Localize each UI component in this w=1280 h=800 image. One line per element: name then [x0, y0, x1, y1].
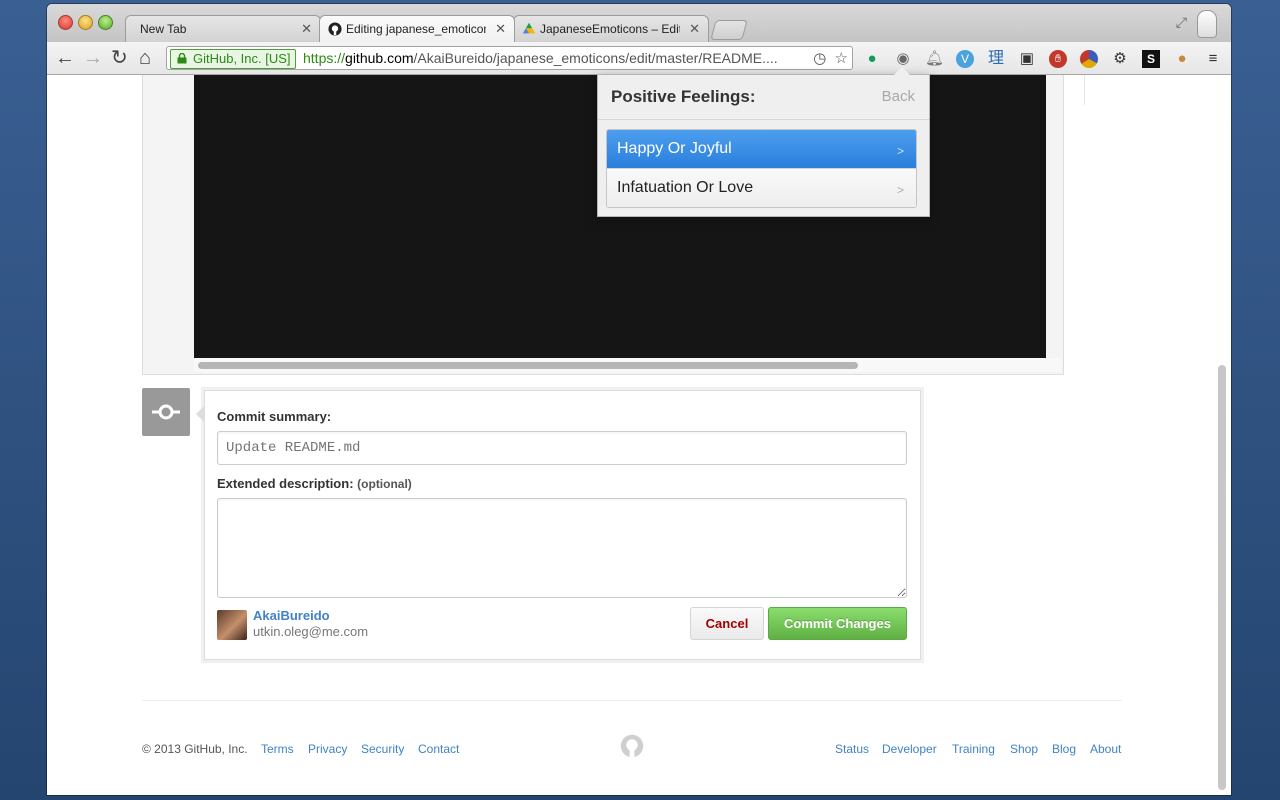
cookie-icon[interactable]: ● [1173, 50, 1191, 68]
zoom-window-button[interactable] [98, 15, 113, 30]
footer-link-blog[interactable]: Blog [1052, 742, 1076, 756]
optional-note: (optional) [357, 477, 412, 491]
tab-strip: New Tab ✕ Editing japanese_emoticons ✕ J… [47, 4, 1231, 42]
minimize-window-button[interactable] [78, 15, 93, 30]
footer-link-about[interactable]: About [1090, 742, 1121, 756]
s-extension-icon[interactable]: S [1142, 50, 1160, 68]
history-clock-icon[interactable]: ◷ [813, 50, 826, 67]
url-text[interactable]: https://github.com/AkaiBureido/japanese_… [303, 47, 803, 69]
menu-hamburger-icon[interactable]: ≡ [1204, 50, 1222, 68]
horizontal-scrollbar[interactable] [194, 358, 1061, 372]
github-octocat-icon [328, 22, 342, 36]
tab-new-tab[interactable]: New Tab ✕ [125, 15, 321, 42]
copyright-text: © 2013 GitHub, Inc. [142, 742, 248, 756]
ev-certificate-badge[interactable]: GitHub, Inc. [US] [170, 49, 296, 69]
lock-icon [177, 53, 187, 64]
tab-close-icon[interactable]: ✕ [301, 16, 312, 42]
back-arrow-icon[interactable]: ← [55, 46, 75, 70]
avatar[interactable] [217, 610, 247, 640]
popup-title: Positive Feelings: [611, 87, 756, 106]
category-menu: Happy Or Joyful > Infatuation Or Love > [606, 129, 917, 208]
hangouts-extension-icon[interactable]: ● [863, 50, 881, 68]
footer-link-shop[interactable]: Shop [1010, 742, 1038, 756]
back-button[interactable]: Back [882, 88, 915, 105]
extended-description-label: Extended description: (optional) [217, 476, 412, 491]
commit-icon-box [142, 388, 190, 436]
menu-item-infatuation-or-love[interactable]: Infatuation Or Love > [607, 168, 916, 207]
menu-item-happy-or-joyful[interactable]: Happy Or Joyful > [607, 130, 916, 168]
footer-link-status[interactable]: Status [835, 742, 869, 756]
chevron-right-icon: > [896, 144, 904, 158]
divider [1084, 75, 1085, 105]
browser-toolbar: ← → ↻ ⌂ GitHub, Inc. [US] https://github… [47, 42, 1231, 75]
fullscreen-icon[interactable]: ⤢ [1176, 14, 1187, 31]
url-scheme: https:// [303, 50, 346, 66]
reload-icon[interactable]: ↻ [111, 46, 128, 70]
footer-link-security[interactable]: Security [361, 742, 404, 756]
tab-japanese-emoticons[interactable]: JapaneseEmoticons – Edit ✕ [513, 15, 709, 42]
vimeo-extension-icon[interactable]: V [956, 50, 974, 68]
git-commit-icon [152, 404, 180, 420]
ev-label: GitHub, Inc. [US] [193, 51, 291, 66]
extended-description-textarea[interactable] [217, 498, 907, 598]
google-drive-icon [522, 22, 536, 34]
evernote-extension-icon[interactable]: ▣ [1018, 50, 1036, 68]
tab-title: JapaneseEmoticons – Edit [540, 22, 680, 36]
bookmark-star-icon[interactable]: ☆ [835, 50, 848, 67]
extended-description-text: Extended description: [217, 476, 354, 491]
popup-header: Positive Feelings: Back [598, 75, 929, 120]
new-tab-button[interactable] [710, 20, 748, 40]
user-name-link[interactable]: AkaiBureido [253, 608, 330, 623]
footer-link-terms[interactable]: Terms [261, 742, 294, 756]
footer-link-contact[interactable]: Contact [418, 742, 459, 756]
address-bar[interactable]: GitHub, Inc. [US] https://github.com/Aka… [166, 46, 853, 70]
commit-summary-label: Commit summary: [217, 409, 332, 424]
browser-window: New Tab ✕ Editing japanese_emoticons ✕ J… [47, 4, 1231, 795]
notification-bell-icon[interactable]: 🔔︎ [925, 50, 944, 68]
profile-avatar-icon[interactable] [1197, 10, 1217, 38]
home-icon[interactable]: ⌂ [139, 46, 151, 70]
tab-close-icon[interactable]: ✕ [689, 16, 700, 42]
user-email: utkin.oleg@me.com [253, 624, 369, 639]
omnibox-icons: ◷ ☆ [813, 49, 848, 67]
chart-extension-icon[interactable] [1080, 50, 1098, 68]
horizontal-scroll-thumb[interactable] [198, 362, 858, 369]
emoticon-popup: Positive Feelings: Back Happy Or Joyful … [597, 67, 930, 217]
gear-icon[interactable]: ⚙ [1111, 50, 1129, 68]
github-logo-icon[interactable] [620, 734, 644, 758]
footer-link-developer[interactable]: Developer [882, 742, 937, 756]
footer-link-privacy[interactable]: Privacy [308, 742, 347, 756]
kanji-extension-icon[interactable]: 理 [987, 50, 1005, 68]
tab-title: New Tab [140, 22, 187, 36]
vertical-scrollbar[interactable] [1218, 365, 1226, 790]
menu-item-label: Infatuation Or Love [617, 179, 754, 196]
emoticon-extension-icon[interactable]: ◉ [894, 50, 912, 68]
footer-divider [142, 700, 1122, 701]
forward-arrow-icon[interactable]: → [83, 46, 103, 70]
commit-form: Commit summary: Extended description: (o… [196, 390, 921, 660]
tab-editing[interactable]: Editing japanese_emoticons ✕ [319, 15, 515, 42]
menu-item-label: Happy Or Joyful [617, 140, 732, 157]
url-path: /AkaiBureido/japanese_emoticons/edit/mas… [413, 50, 778, 66]
url-host: github.com [345, 50, 414, 66]
cancel-button[interactable]: Cancel [690, 607, 764, 640]
close-window-button[interactable] [58, 15, 73, 30]
tab-title: Editing japanese_emoticons [346, 22, 486, 36]
adblock-extension-icon[interactable]: ✋︎ [1049, 50, 1067, 68]
footer-link-training[interactable]: Training [952, 742, 995, 756]
tab-close-icon[interactable]: ✕ [495, 16, 506, 42]
commit-changes-button[interactable]: Commit Changes [768, 607, 907, 640]
chevron-right-icon: > [896, 183, 904, 197]
commit-summary-input[interactable] [217, 431, 907, 465]
